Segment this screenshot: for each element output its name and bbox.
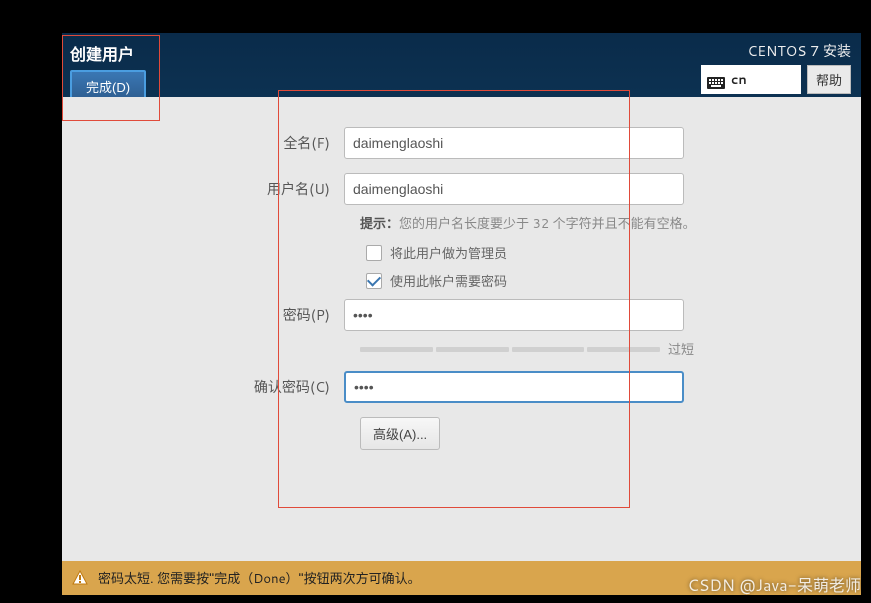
username-tip: 提示：您的用户名长度要少于 32 个字符并且不能有空格。 — [360, 213, 861, 233]
keyboard-layout-indicator[interactable]: cn — [701, 65, 801, 94]
fullname-label: 全名(F) — [62, 133, 344, 153]
warning-icon — [72, 570, 88, 586]
keyboard-layout-code: cn — [731, 71, 747, 89]
username-label: 用户名(U) — [62, 179, 344, 199]
warning-bar: 密码太短. 您需要按"完成（Done）"按钮两次方可确认。 — [62, 561, 861, 595]
tip-text: 您的用户名长度要少于 32 个字符并且不能有空格。 — [399, 215, 696, 233]
strength-seg — [512, 347, 585, 352]
header-bar: 创建用户 完成(D) CENTOS 7 安装 cn 帮助 — [62, 33, 861, 97]
install-title: CENTOS 7 安装 — [701, 41, 851, 61]
strength-label: 过短 — [668, 339, 694, 359]
password-input[interactable] — [344, 299, 684, 331]
strength-seg — [587, 347, 660, 352]
require-password-label: 使用此帐户需要密码 — [390, 271, 507, 291]
admin-checkbox-label: 将此用户做为管理员 — [390, 243, 507, 263]
help-button[interactable]: 帮助 — [807, 65, 851, 94]
password-label: 密码(P) — [62, 305, 344, 325]
header-right: CENTOS 7 安装 cn 帮助 — [701, 41, 851, 94]
advanced-button-label: 高级(A)... — [373, 427, 427, 442]
admin-checkbox[interactable] — [366, 245, 382, 261]
confirm-password-input[interactable] — [344, 371, 684, 403]
strength-bar — [360, 347, 660, 352]
strength-seg — [360, 347, 433, 352]
password-strength: 过短 — [360, 339, 861, 359]
advanced-button[interactable]: 高级(A)... — [360, 417, 440, 450]
tip-prefix: 提示： — [360, 215, 399, 233]
installer-window: 创建用户 完成(D) CENTOS 7 安装 cn 帮助 — [62, 33, 861, 595]
done-button-label: 完成(D) — [86, 80, 130, 95]
username-input[interactable] — [344, 173, 684, 205]
content-area: 全名(F) 用户名(U) 提示：您的用户名长度要少于 32 个字符并且不能有空格… — [62, 97, 861, 557]
warning-text: 密码太短. 您需要按"完成（Done）"按钮两次方可确认。 — [98, 568, 421, 588]
help-button-label: 帮助 — [816, 73, 842, 88]
require-password-checkbox[interactable] — [366, 273, 382, 289]
keyboard-icon — [707, 74, 725, 86]
fullname-input[interactable] — [344, 127, 684, 159]
confirm-password-label: 确认密码(C) — [62, 377, 344, 397]
strength-seg — [436, 347, 509, 352]
create-user-form: 全名(F) 用户名(U) 提示：您的用户名长度要少于 32 个字符并且不能有空格… — [62, 127, 861, 450]
